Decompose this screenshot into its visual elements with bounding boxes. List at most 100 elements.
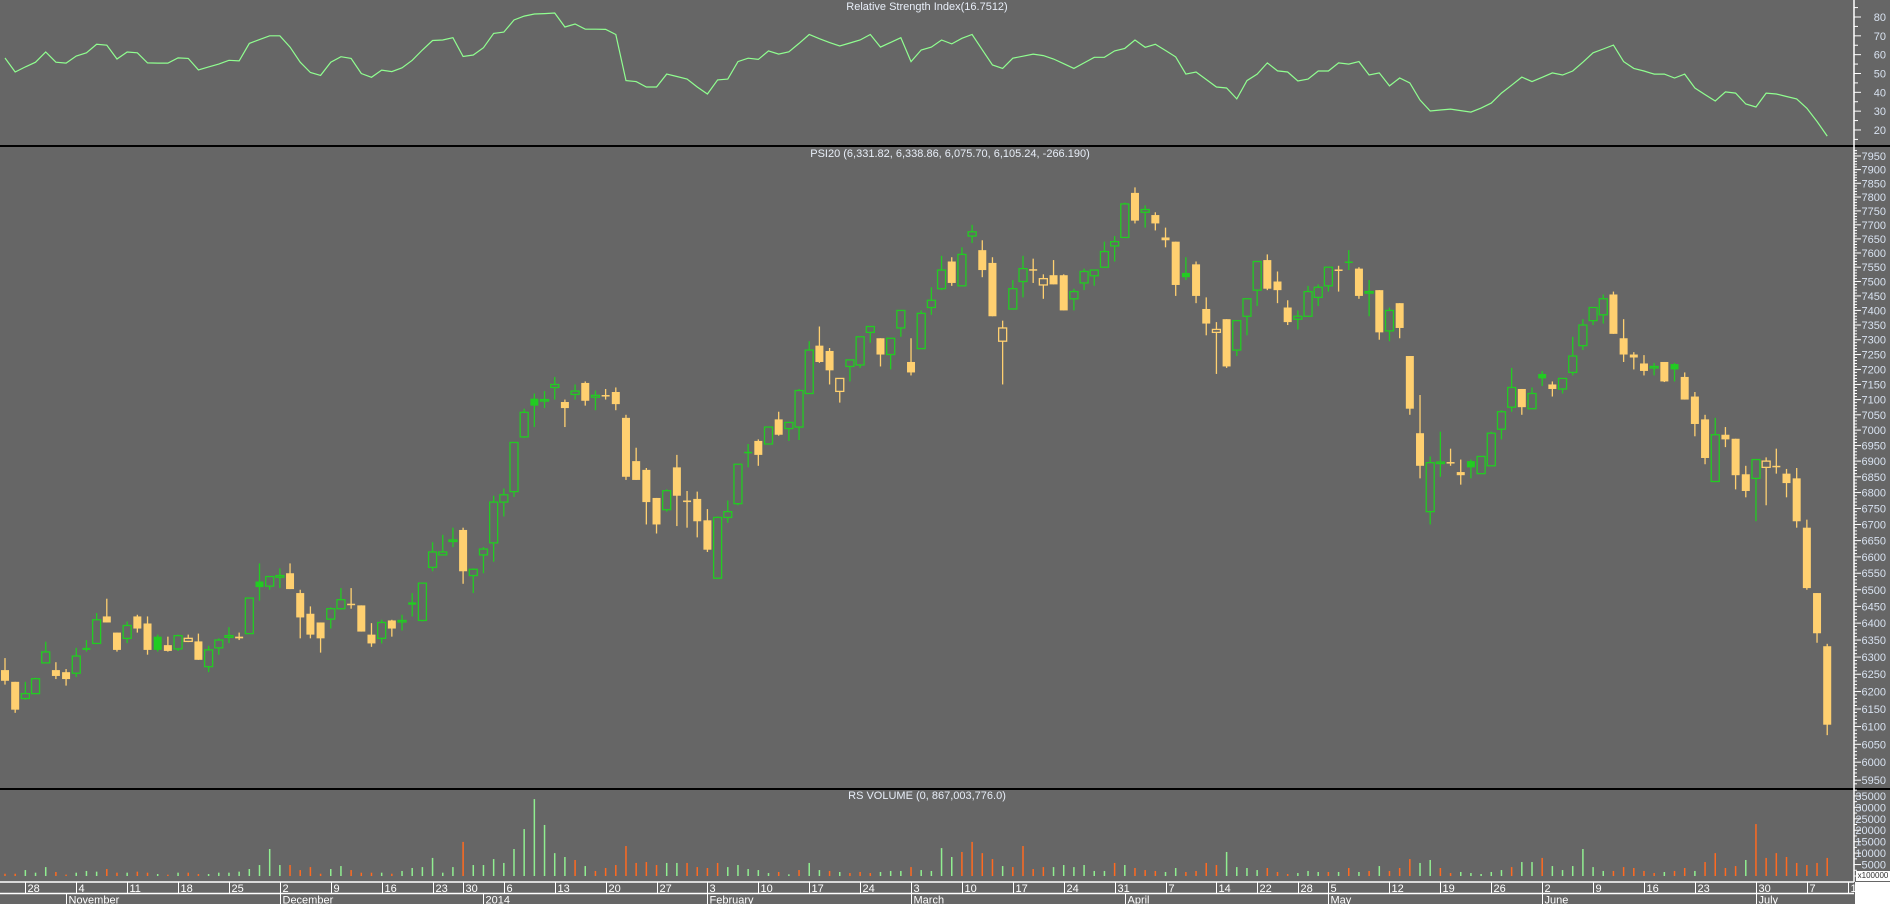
candle bbox=[611, 387, 620, 411]
candle-body bbox=[509, 441, 519, 493]
candle bbox=[988, 257, 997, 317]
candle bbox=[326, 607, 336, 629]
price-tick-label: 7900 bbox=[1862, 165, 1886, 177]
candle bbox=[936, 255, 947, 291]
candle bbox=[1649, 362, 1659, 376]
candle-body bbox=[1029, 269, 1038, 271]
price-tick-label: 7750 bbox=[1862, 206, 1886, 218]
candle-body bbox=[1079, 270, 1089, 284]
day-tick-label: 30 bbox=[466, 883, 478, 895]
chart-canvas[interactable]: 2030405060708059506000605061006150620062… bbox=[0, 0, 1890, 904]
candle-body bbox=[1813, 593, 1822, 634]
candle-body bbox=[1059, 275, 1068, 311]
candle bbox=[539, 391, 550, 409]
candle bbox=[133, 614, 142, 633]
candle bbox=[1273, 271, 1282, 304]
candle bbox=[82, 640, 91, 652]
candle-body bbox=[20, 692, 31, 700]
candle bbox=[560, 399, 569, 428]
candle bbox=[652, 497, 661, 534]
candle bbox=[1751, 458, 1761, 522]
day-tick-label: 3 bbox=[710, 883, 716, 895]
candle-body bbox=[712, 516, 723, 579]
candle bbox=[957, 247, 967, 287]
candle bbox=[397, 614, 407, 631]
candle bbox=[1161, 227, 1170, 248]
candle bbox=[1171, 241, 1180, 296]
candle bbox=[224, 627, 234, 644]
candle bbox=[367, 623, 376, 647]
candle bbox=[1384, 307, 1395, 342]
candle-body bbox=[1089, 269, 1099, 277]
price-tick-label: 7950 bbox=[1862, 151, 1886, 163]
candle-body bbox=[11, 681, 20, 710]
candle bbox=[754, 439, 763, 466]
day-tick-label: 6 bbox=[507, 883, 513, 895]
candle-body bbox=[672, 467, 681, 496]
candle-body bbox=[306, 613, 315, 635]
candle-body bbox=[326, 608, 336, 620]
candle-body bbox=[957, 253, 967, 287]
candle bbox=[41, 641, 51, 664]
candle-body bbox=[357, 605, 366, 632]
price-tick-label: 5950 bbox=[1862, 775, 1886, 787]
candle bbox=[703, 509, 712, 552]
candle bbox=[1527, 387, 1537, 410]
candle-body bbox=[1344, 261, 1353, 264]
candle bbox=[1538, 370, 1547, 386]
candle-body bbox=[1761, 460, 1771, 469]
candle-body bbox=[815, 345, 824, 362]
rsi-panel[interactable] bbox=[4, 12, 1828, 137]
candle-body bbox=[1629, 354, 1638, 358]
price-tick-label: 6250 bbox=[1862, 669, 1886, 681]
price-panel[interactable] bbox=[1, 187, 1832, 736]
candle bbox=[11, 681, 20, 713]
candle-body bbox=[377, 621, 387, 639]
candle-body bbox=[967, 231, 977, 237]
price-tick-label: 6300 bbox=[1862, 652, 1886, 664]
candle bbox=[1049, 260, 1058, 285]
candle-body bbox=[1782, 473, 1791, 484]
candle-body bbox=[1670, 364, 1679, 370]
price-tick-label: 6550 bbox=[1862, 568, 1886, 580]
candle-body bbox=[1313, 286, 1323, 299]
candle bbox=[886, 337, 896, 370]
candle bbox=[173, 634, 183, 651]
stock-chart-window: 20 30 40 50 60 70 80 5950 6000 6050 6100 6150 6200 62… bbox=[0, 0, 1890, 904]
candle bbox=[1416, 395, 1425, 479]
volume-tick-label: 35000 bbox=[1855, 791, 1886, 803]
candle bbox=[1069, 288, 1079, 311]
month-tick-label: December bbox=[283, 895, 334, 904]
candle-body bbox=[468, 568, 478, 577]
candle-body bbox=[590, 394, 601, 398]
candle-body bbox=[804, 349, 814, 395]
candle-body bbox=[1456, 472, 1465, 476]
candle bbox=[459, 527, 468, 584]
candle-body bbox=[916, 312, 926, 350]
candle bbox=[499, 488, 509, 517]
candle-body bbox=[794, 389, 804, 428]
price-tick-label: 6600 bbox=[1862, 552, 1886, 564]
candle bbox=[835, 377, 845, 403]
candle bbox=[1813, 593, 1822, 643]
price-tick-label: 6200 bbox=[1862, 687, 1886, 699]
candle-body bbox=[82, 647, 91, 650]
candle bbox=[967, 224, 977, 244]
candle-body bbox=[448, 539, 458, 543]
rsi-tick-label: 40 bbox=[1874, 87, 1886, 99]
date-axis[interactable]: 28 4 11 18 25 2 9 16 23 30 6 13 20 27 3 10 17 24 3 10 17 24 31… bbox=[0, 881, 1863, 904]
price-tick-label: 7800 bbox=[1862, 192, 1886, 204]
candle bbox=[693, 491, 702, 538]
candle-body bbox=[1018, 267, 1028, 283]
volume-tick-label: 5000 bbox=[1862, 860, 1886, 872]
candle-body bbox=[703, 520, 712, 550]
candle bbox=[1761, 457, 1771, 506]
candle bbox=[1639, 355, 1648, 376]
candle-body bbox=[1649, 365, 1659, 369]
price-tick-label: 6150 bbox=[1862, 704, 1886, 716]
day-tick-label: 2 bbox=[283, 883, 289, 895]
candle-body bbox=[336, 599, 346, 610]
volume-panel[interactable] bbox=[4, 799, 1828, 876]
candle bbox=[102, 598, 111, 623]
candle-body bbox=[978, 250, 987, 271]
